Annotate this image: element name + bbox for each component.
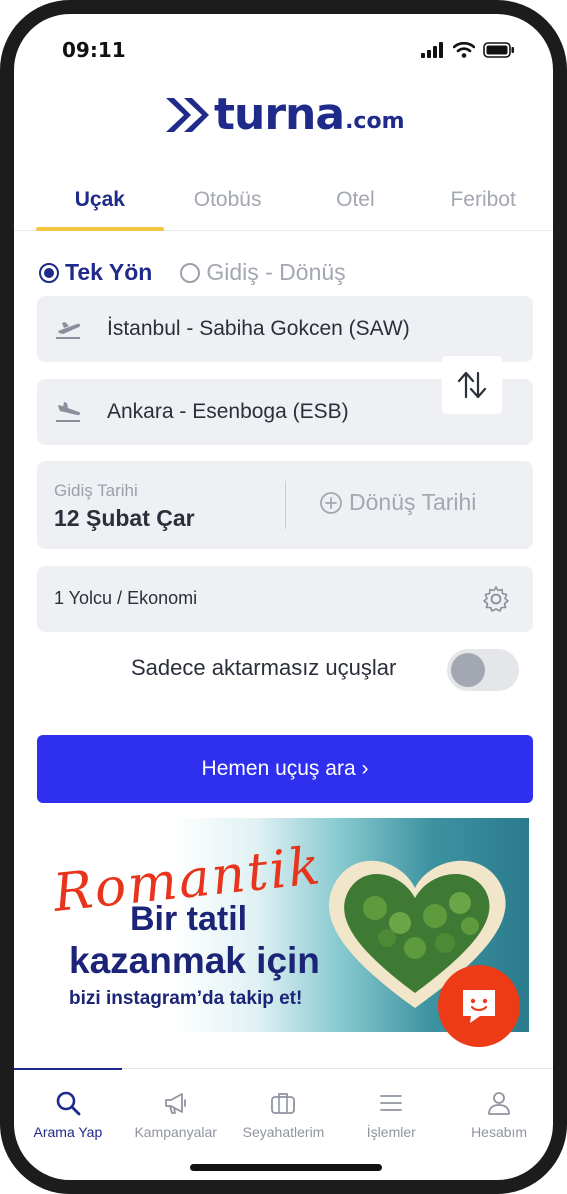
- banner-line-3: bizi instagram’da takip et!: [69, 988, 303, 1009]
- search-flights-button[interactable]: Hemen uçuş ara ›: [37, 735, 533, 803]
- one-way-radio[interactable]: Tek Yön: [39, 259, 152, 286]
- radio-empty-icon: [180, 262, 201, 283]
- tab-otobus[interactable]: Otobüs: [164, 174, 292, 230]
- chat-button[interactable]: [438, 965, 520, 1047]
- trip-type: Tek Yön Gidiş - Dönüş: [39, 259, 346, 286]
- status-icons: [421, 42, 515, 58]
- nav-transactions-label: İşlemler: [366, 1124, 416, 1140]
- return-date-field[interactable]: Dönüş Tarihi: [319, 489, 476, 516]
- nonstop-label: Sadece aktarmasız uçuşlar: [131, 655, 397, 680]
- swap-button[interactable]: [442, 356, 502, 414]
- nav-campaigns-label: Kampanyalar: [134, 1124, 217, 1140]
- date-divider: [285, 481, 286, 529]
- radio-selected-icon: [39, 262, 59, 283]
- swap-arrows-icon: [457, 371, 487, 399]
- return-date-label: Dönüş Tarihi: [349, 489, 477, 515]
- user-icon: [488, 1092, 510, 1115]
- round-trip-radio[interactable]: Gidiş - Dönüş: [180, 259, 346, 286]
- nav-account[interactable]: Hesabım: [445, 1069, 553, 1140]
- chat-face-icon: [463, 990, 495, 1023]
- departure-date-field[interactable]: Gidiş Tarihi 12 Şubat Çar: [54, 481, 195, 532]
- battery-icon: [483, 42, 514, 58]
- one-way-label: Tek Yön: [65, 259, 153, 285]
- origin-value: İstanbul - Sabiha Gokcen (SAW): [107, 317, 410, 340]
- megaphone-icon: [164, 1093, 186, 1114]
- nav-search[interactable]: Arama Yap: [14, 1068, 122, 1140]
- plus-circle-icon: [320, 491, 342, 514]
- gear-icon[interactable]: [481, 584, 511, 619]
- nav-campaigns[interactable]: Kampanyalar: [122, 1069, 230, 1140]
- destination-value: Ankara - Esenboga (ESB): [107, 400, 349, 423]
- passenger-class-field[interactable]: 1 Yolcu / Ekonomi: [37, 566, 533, 632]
- banner-line-1: Bir tatil: [130, 900, 248, 938]
- plane-landing-icon: [55, 401, 95, 423]
- bottom-nav: Arama Yap Kampanyalar Seyahatlerim İşlem…: [14, 1068, 553, 1140]
- passenger-class-value: 1 Yolcu / Ekonomi: [54, 588, 198, 608]
- toggle-knob: [451, 653, 485, 687]
- logo-chevrons-icon: [166, 97, 209, 132]
- departure-date-value: 12 Şubat Çar: [54, 505, 195, 531]
- briefcase-icon: [271, 1093, 296, 1114]
- screen: 09:11 turna .com Uçak Otobüs Otel Feribo…: [14, 14, 553, 1180]
- logo-suffix: .com: [345, 109, 405, 134]
- status-time: 09:11: [62, 38, 126, 62]
- round-trip-label: Gidiş - Dönüş: [206, 259, 346, 285]
- search-icon: [56, 1091, 81, 1116]
- home-indicator[interactable]: [190, 1164, 382, 1171]
- banner-line-2: kazanmak için: [69, 940, 320, 981]
- date-picker: Gidiş Tarihi 12 Şubat Çar Dönüş Tarihi: [37, 461, 533, 549]
- nav-search-label: Arama Yap: [33, 1124, 103, 1140]
- phone-frame: 09:11 turna .com Uçak Otobüs Otel Feribo…: [0, 0, 567, 1194]
- origin-field[interactable]: İstanbul - Sabiha Gokcen (SAW): [37, 296, 533, 362]
- signal-icon: [421, 42, 443, 58]
- nonstop-toggle[interactable]: [447, 649, 519, 691]
- tab-ucak[interactable]: Uçak: [36, 174, 164, 231]
- menu-icon: [380, 1095, 403, 1111]
- turna-logo: turna .com: [164, 89, 405, 140]
- logo-word: turna: [214, 89, 345, 140]
- plane-takeoff-icon: [55, 318, 95, 340]
- nav-transactions[interactable]: İşlemler: [337, 1069, 445, 1140]
- tab-otel[interactable]: Otel: [292, 174, 420, 230]
- wifi-icon: [453, 42, 475, 58]
- departure-date-label: Gidiş Tarihi: [54, 481, 138, 500]
- status-bar: 09:11: [62, 36, 515, 64]
- transport-tabs: Uçak Otobüs Otel Feribot: [14, 174, 553, 231]
- tab-feribot[interactable]: Feribot: [419, 174, 547, 230]
- nav-trips-label: Seyahatlerim: [242, 1124, 325, 1140]
- nav-trips[interactable]: Seyahatlerim: [230, 1069, 338, 1140]
- nav-account-label: Hesabım: [471, 1124, 528, 1140]
